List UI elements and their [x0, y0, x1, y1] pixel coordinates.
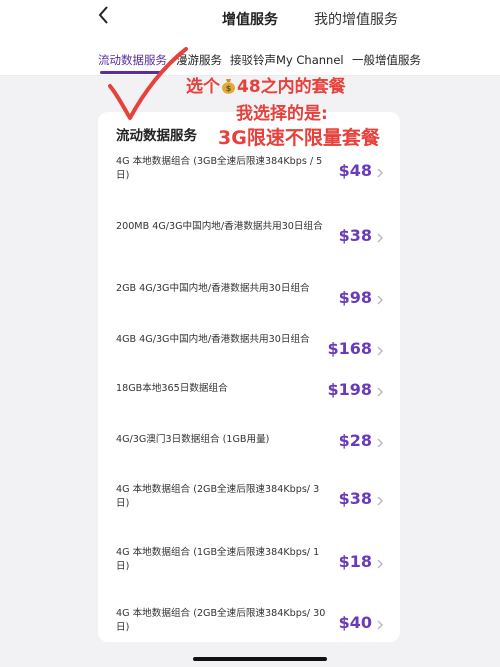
chevron-left-icon [98, 6, 108, 24]
annotation-line-2: 我选择的是: [236, 104, 328, 124]
chevron-right-icon [377, 559, 383, 569]
chevron-right-icon [377, 233, 383, 243]
category-tabs: 流动数据服务 漫游服务 接驳铃声My Channel 一般增值服务 [0, 38, 500, 76]
plan-row[interactable]: 4G 本地数据组合 (2GB全速后限速384Kbps/ 3日) $38 [98, 483, 400, 533]
tab-general-services[interactable]: 一般增值服务 [352, 52, 421, 68]
chevron-right-icon [377, 620, 383, 630]
plan-row[interactable]: 4G 本地数据组合 (3GB全速后限速384Kbps / 5日) $48 [98, 155, 400, 205]
plan-description: 4G 本地数据组合 (1GB全速后限速384Kbps/ 1日) [116, 547, 320, 572]
my-services-link[interactable]: 我的增值服务 [314, 9, 398, 29]
plan-price: $48 [338, 161, 372, 180]
plan-description: 18GB本地365日数据组合 [116, 383, 228, 394]
chevron-right-icon [377, 438, 383, 448]
chevron-right-icon [377, 295, 383, 305]
plan-row[interactable]: 4G 本地数据组合 (1GB全速后限速384Kbps/ 1日) $18 [98, 546, 400, 596]
plan-price: $38 [338, 226, 372, 245]
checkmark-annotation [108, 47, 188, 120]
top-nav-bar: 增值服务 我的增值服务 [0, 0, 500, 38]
annotation-text: 选个 [186, 77, 220, 97]
annotation-text: 48之内的套餐 [237, 77, 346, 97]
svg-text:$: $ [226, 84, 232, 93]
annotation-line-3: 3G限速不限量套餐 [218, 127, 380, 149]
chevron-right-icon [377, 168, 383, 178]
plan-price: $38 [338, 489, 372, 508]
plan-description: 4GB 4G/3G中国内地/香港数据共用30日组合 [116, 334, 310, 345]
money-bag-icon: $ [222, 79, 235, 94]
plan-description: 4G 本地数据组合 (2GB全速后限速384Kbps/ 30日) [116, 608, 326, 633]
plan-description: 4G 本地数据组合 (2GB全速后限速384Kbps/ 3日) [116, 484, 320, 509]
chevron-right-icon [377, 387, 383, 397]
plan-price: $198 [327, 380, 372, 399]
page-title: 增值服务 [222, 12, 278, 28]
plan-row[interactable]: 2GB 4G/3G中国内地/香港数据共用30日组合 $98 [98, 282, 400, 332]
plan-price: $168 [327, 339, 372, 358]
chevron-right-icon [377, 346, 383, 356]
plan-description: 2GB 4G/3G中国内地/香港数据共用30日组合 [116, 283, 310, 294]
plan-description: 4G 本地数据组合 (3GB全速后限速384Kbps / 5日) [116, 156, 323, 181]
tab-ringtone[interactable]: 接驳铃声My Channel [230, 52, 344, 68]
home-indicator [193, 657, 327, 661]
plan-price: $28 [338, 431, 372, 450]
plan-row[interactable]: 4G/3G澳门3日数据组合 (1GB用量) $28 [98, 431, 400, 483]
back-button[interactable] [96, 4, 116, 30]
plan-price: $40 [338, 613, 372, 632]
plan-price: $18 [338, 552, 372, 571]
section-title: 流动数据服务 [116, 128, 197, 144]
annotation-line-1: 选个 $ 48之内的套餐 [186, 72, 346, 97]
plan-row[interactable]: 18GB本地365日数据组合 $198 [98, 380, 400, 432]
plan-row[interactable]: 200MB 4G/3G中国内地/香港数据共用30日组合 $38 [98, 220, 400, 270]
plan-price: $98 [338, 288, 372, 307]
plan-row[interactable]: 4G 本地数据组合 (2GB全速后限速384Kbps/ 30日) $40 [98, 607, 400, 657]
plan-row[interactable]: 4GB 4G/3G中国内地/香港数据共用30日组合 $168 [98, 333, 400, 383]
chevron-right-icon [377, 496, 383, 506]
plan-description: 4G/3G澳门3日数据组合 (1GB用量) [116, 434, 270, 445]
plan-description: 200MB 4G/3G中国内地/香港数据共用30日组合 [116, 221, 323, 232]
